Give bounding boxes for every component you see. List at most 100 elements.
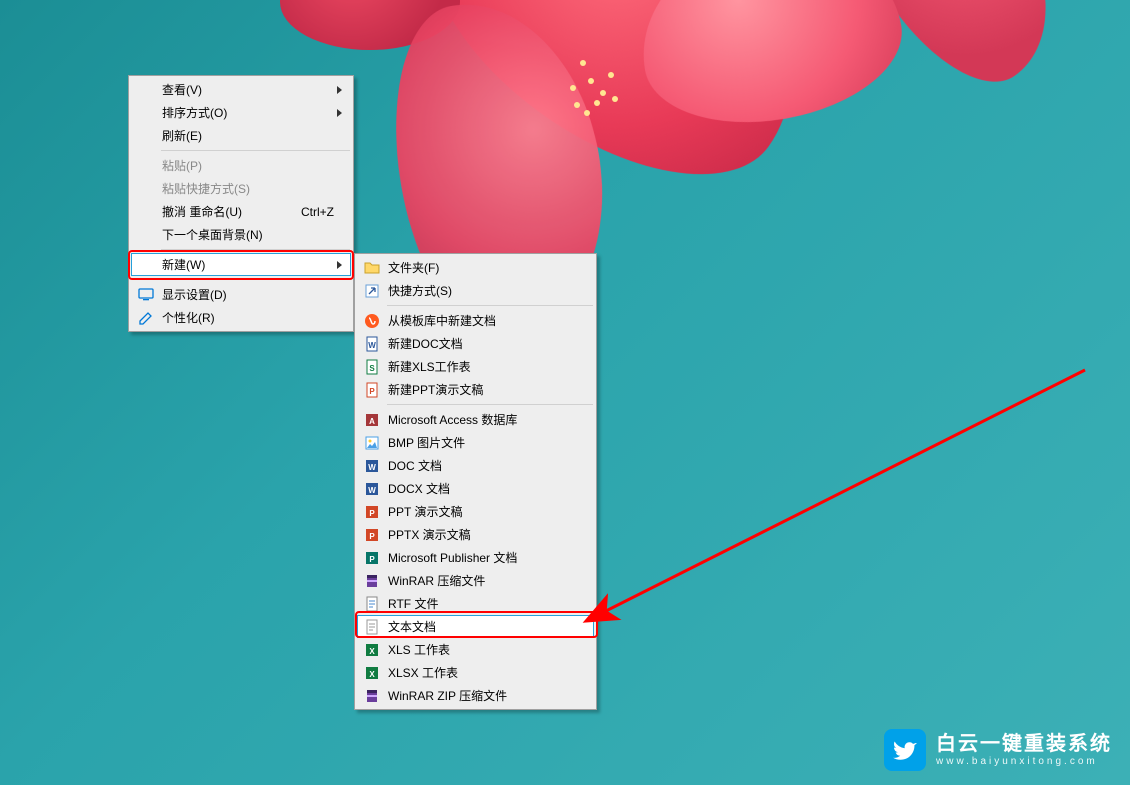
- svg-text:W: W: [368, 341, 376, 350]
- winrar-icon: [364, 573, 380, 589]
- menu-item-label: Microsoft Publisher 文档: [388, 549, 517, 566]
- menu-item-paste: 粘贴(P): [131, 154, 351, 177]
- submenu-item-shortcut[interactable]: 快捷方式(S): [357, 279, 594, 302]
- svg-text:A: A: [369, 417, 375, 426]
- menu-item-next-background[interactable]: 下一个桌面背景(N): [131, 223, 351, 246]
- menu-item-label: RTF 文件: [388, 595, 438, 612]
- flower-stamen: [580, 60, 586, 66]
- svg-text:P: P: [369, 387, 375, 396]
- menu-item-paste-shortcut: 粘贴快捷方式(S): [131, 177, 351, 200]
- menu-item-label: 粘贴(P): [162, 157, 202, 174]
- submenu-item-publisher[interactable]: P Microsoft Publisher 文档: [357, 546, 594, 569]
- menu-item-label: XLSX 工作表: [388, 664, 458, 681]
- bmp-icon: [364, 435, 380, 451]
- excel-icon: X: [364, 642, 380, 658]
- menu-item-label: DOCX 文档: [388, 480, 450, 497]
- menu-item-label: 文件夹(F): [388, 259, 439, 276]
- menu-item-label: WinRAR 压缩文件: [388, 572, 485, 589]
- access-icon: A: [364, 412, 380, 428]
- menu-item-label: 显示设置(D): [162, 286, 227, 303]
- menu-item-label: 撤消 重命名(U): [162, 203, 242, 220]
- menu-separator: [387, 404, 593, 405]
- rtf-icon: [364, 596, 380, 612]
- menu-item-label: 新建PPT演示文稿: [388, 381, 483, 398]
- svg-text:W: W: [368, 463, 376, 472]
- submenu-item-winrar-zip[interactable]: WinRAR ZIP 压缩文件: [357, 684, 594, 707]
- menu-separator: [161, 249, 350, 250]
- submenu-item-ppt[interactable]: P PPT 演示文稿: [357, 500, 594, 523]
- xls-icon: S: [364, 359, 380, 375]
- menu-item-label: DOC 文档: [388, 457, 442, 474]
- menu-item-view[interactable]: 查看(V): [131, 78, 351, 101]
- submenu-item-pptx[interactable]: P PPTX 演示文稿: [357, 523, 594, 546]
- watermark-url: www.baiyunxitong.com: [936, 756, 1112, 768]
- powerpoint-icon: P: [364, 527, 380, 543]
- folder-icon: [364, 260, 380, 276]
- submenu-item-text-document[interactable]: 文本文档: [357, 615, 594, 638]
- watermark-text: 白云一键重装系统 www.baiyunxitong.com: [936, 732, 1112, 768]
- submenu-item-winrar[interactable]: WinRAR 压缩文件: [357, 569, 594, 592]
- menu-item-undo-rename[interactable]: 撤消 重命名(U) Ctrl+Z: [131, 200, 351, 223]
- menu-item-sort[interactable]: 排序方式(O): [131, 101, 351, 124]
- menu-item-new[interactable]: 新建(W): [131, 253, 351, 276]
- ppt-icon: P: [364, 382, 380, 398]
- submenu-arrow-icon: [337, 261, 342, 269]
- svg-text:P: P: [369, 532, 375, 541]
- menu-item-label: 新建(W): [162, 256, 205, 273]
- menu-item-label: BMP 图片文件: [388, 434, 465, 451]
- menu-item-display-settings[interactable]: 显示设置(D): [131, 283, 351, 306]
- word-icon: W: [364, 481, 380, 497]
- menu-item-label: WinRAR ZIP 压缩文件: [388, 687, 507, 704]
- svg-text:X: X: [369, 647, 375, 656]
- menu-item-personalize[interactable]: 个性化(R): [131, 306, 351, 329]
- menu-item-label: 从模板库中新建文档: [388, 312, 496, 329]
- wps-template-icon: [364, 313, 380, 329]
- submenu-item-xlsx[interactable]: X XLSX 工作表: [357, 661, 594, 684]
- submenu-arrow-icon: [337, 86, 342, 94]
- menu-item-shortcut: Ctrl+Z: [301, 205, 334, 219]
- menu-item-refresh[interactable]: 刷新(E): [131, 124, 351, 147]
- powerpoint-icon: P: [364, 504, 380, 520]
- menu-item-label: 排序方式(O): [162, 104, 227, 121]
- submenu-item-rtf[interactable]: RTF 文件: [357, 592, 594, 615]
- submenu-item-new-ppt[interactable]: P 新建PPT演示文稿: [357, 378, 594, 401]
- submenu-item-bmp[interactable]: BMP 图片文件: [357, 431, 594, 454]
- menu-item-label: 刷新(E): [162, 127, 202, 144]
- menu-separator: [161, 150, 350, 151]
- svg-text:S: S: [369, 364, 375, 373]
- menu-item-label: 新建XLS工作表: [388, 358, 471, 375]
- menu-item-label: 粘贴快捷方式(S): [162, 180, 250, 197]
- submenu-item-folder[interactable]: 文件夹(F): [357, 256, 594, 279]
- menu-separator: [161, 279, 350, 280]
- submenu-item-new-xls[interactable]: S 新建XLS工作表: [357, 355, 594, 378]
- personalize-icon: [138, 310, 154, 326]
- text-file-icon: [364, 619, 380, 635]
- submenu-item-xls[interactable]: X XLS 工作表: [357, 638, 594, 661]
- menu-item-label: 查看(V): [162, 81, 202, 98]
- svg-text:W: W: [368, 486, 376, 495]
- submenu-item-template[interactable]: 从模板库中新建文档: [357, 309, 594, 332]
- svg-text:X: X: [369, 670, 375, 679]
- shortcut-icon: [364, 283, 380, 299]
- desktop-context-menu: 查看(V) 排序方式(O) 刷新(E) 粘贴(P) 粘贴快捷方式(S) 撤消 重…: [128, 75, 354, 332]
- menu-item-label: 新建DOC文档: [388, 335, 463, 352]
- menu-item-label: XLS 工作表: [388, 641, 450, 658]
- menu-item-label: 文本文档: [388, 618, 436, 635]
- submenu-item-docx[interactable]: W DOCX 文档: [357, 477, 594, 500]
- display-icon: [138, 287, 154, 303]
- watermark-title: 白云一键重装系统: [936, 732, 1112, 756]
- winrar-zip-icon: [364, 688, 380, 704]
- menu-item-label: PPT 演示文稿: [388, 503, 462, 520]
- svg-text:P: P: [369, 555, 375, 564]
- watermark-logo-icon: [884, 729, 926, 771]
- submenu-item-doc-old[interactable]: W DOC 文档: [357, 454, 594, 477]
- new-submenu: 文件夹(F) 快捷方式(S) 从模板库中新建文档 W 新建DOC文档 S 新建X…: [354, 253, 597, 710]
- svg-text:P: P: [369, 509, 375, 518]
- word-icon: W: [364, 458, 380, 474]
- submenu-item-new-doc[interactable]: W 新建DOC文档: [357, 332, 594, 355]
- doc-icon: W: [364, 336, 380, 352]
- menu-item-label: PPTX 演示文稿: [388, 526, 471, 543]
- submenu-item-access[interactable]: A Microsoft Access 数据库: [357, 408, 594, 431]
- menu-item-label: 快捷方式(S): [388, 282, 452, 299]
- menu-item-label: 个性化(R): [162, 309, 215, 326]
